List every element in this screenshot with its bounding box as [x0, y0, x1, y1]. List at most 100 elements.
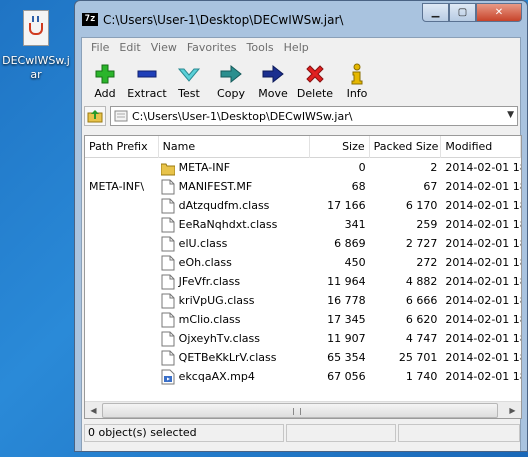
cell-size: 0 [358, 161, 366, 174]
maximize-button[interactable]: ▢ [449, 3, 476, 22]
cell-size: 11 964 [327, 275, 366, 288]
cell-packed-size: 6 620 [405, 313, 438, 326]
file-icon [161, 293, 175, 309]
copy-arrow-icon [210, 61, 252, 87]
cell-size: 17 345 [327, 313, 366, 326]
column-name[interactable]: Name [159, 136, 310, 158]
cell-size: 17 166 [327, 199, 366, 212]
scroll-left-icon[interactable]: ◀ [85, 402, 102, 419]
table-row[interactable]: EeRaNqhdxt.class 341 259 2014-02-01 18:40 [85, 215, 521, 234]
move-arrow-icon [252, 61, 294, 87]
cell-packed-size: 6 170 [405, 199, 438, 212]
menu-help[interactable]: Help [279, 41, 314, 54]
column-size[interactable]: Size [310, 136, 370, 158]
table-row[interactable]: eOh.class 450 272 2014-02-01 18:40 [85, 253, 521, 272]
cell-packed-size: 259 [416, 218, 438, 231]
file-name: ekcqaAX.mp4 [178, 370, 255, 383]
file-icon [161, 312, 175, 328]
table-row[interactable]: kriVpUG.class 16 778 6 666 2014-02-01 18:40 [85, 291, 521, 310]
close-button[interactable]: ✕ [476, 3, 522, 22]
info-button[interactable]: Info [336, 57, 378, 105]
cell-packed-size: 6 666 [405, 294, 438, 307]
delete-x-icon [294, 61, 336, 87]
cell-name: dAtzqudfm.class [159, 198, 310, 214]
file-name: dAtzqudfm.class [178, 199, 270, 212]
7zip-app-icon: 7z [82, 13, 98, 26]
table-row[interactable]: dAtzqudfm.class 17 166 6 170 2014-02-01 18:… [85, 196, 521, 215]
file-name: eOh.class [178, 256, 232, 269]
file-name: QETBeKkLrV.class [178, 351, 277, 364]
cell-size: 11 907 [327, 332, 366, 345]
table-row[interactable]: META-INF\ MANIFEST.MF 68 67 2014-02-01 18:40 [85, 177, 521, 196]
menu-file[interactable]: File [86, 41, 114, 54]
table-row[interactable]: JFeVfr.class 11 964 4 882 2014-02-01 18:40 [85, 272, 521, 291]
test-button[interactable]: Test [168, 57, 210, 105]
cell-modified: 2014-02-01 18:40 [445, 161, 521, 174]
list-header: Path Prefix Name Size Packed Size Modifi… [85, 136, 521, 158]
info-icon [336, 61, 378, 87]
scroll-thumb[interactable] [102, 402, 498, 418]
cell-packed-size: 4 882 [405, 275, 438, 288]
menu-edit[interactable]: Edit [114, 41, 145, 54]
table-row[interactable]: mClio.class 17 345 6 620 2014-02-01 18:40 [85, 310, 521, 329]
title-bar[interactable]: 7z C:\Users\User-1\Desktop\DECwIWSw.jar\… [75, 1, 527, 37]
desktop-jar-icon[interactable]: DECwIWSw.jar [0, 10, 72, 82]
folder-icon [160, 160, 176, 176]
address-path: C:\Users\User-1\Desktop\DECwIWSw.jar\ [132, 109, 353, 123]
cell-modified: 2014-02-01 18:40 [445, 199, 521, 212]
up-folder-button[interactable] [84, 106, 106, 126]
copy-button[interactable]: Copy [210, 57, 252, 105]
cell-size: 67 056 [327, 370, 366, 383]
file-icon [161, 236, 175, 252]
file-name: META-INF [178, 161, 231, 174]
cell-modified: 2014-02-01 18:40 [445, 218, 521, 231]
table-row[interactable]: META-INF 0 2 2014-02-01 18:40 [85, 158, 521, 177]
desktop-icon-label: DECwIWSw.jar [2, 54, 70, 81]
window-client: File Edit View Favorites Tools Help Add … [81, 37, 522, 451]
horizontal-scrollbar[interactable]: ◀ ▶ [85, 401, 521, 418]
address-bar: C:\Users\User-1\Desktop\DECwIWSw.jar\ ▼ [82, 105, 520, 127]
cell-size: 6 869 [334, 237, 366, 250]
delete-button[interactable]: Delete [294, 57, 336, 105]
cell-name: JFeVfr.class [159, 274, 310, 290]
plus-icon [84, 61, 126, 87]
column-packed-size[interactable]: Packed Size [370, 136, 442, 158]
cell-name: QETBeKkLrV.class [159, 350, 310, 366]
status-selected: 0 object(s) selected [84, 424, 284, 442]
cell-name: ekcqaAX.mp4 [159, 369, 310, 385]
cell-name: MANIFEST.MF [159, 179, 310, 195]
address-field[interactable]: C:\Users\User-1\Desktop\DECwIWSw.jar\ ▼ [110, 106, 518, 126]
menu-tools[interactable]: Tools [242, 41, 279, 54]
table-row[interactable]: QETBeKkLrV.class 65 354 25 701 2014-02-01 1… [85, 348, 521, 367]
column-path-prefix[interactable]: Path Prefix [85, 136, 159, 158]
menu-view[interactable]: View [146, 41, 182, 54]
file-list: Path Prefix Name Size Packed Size Modifi… [84, 135, 522, 419]
table-row[interactable]: elU.class 6 869 2 727 2014-02-01 18:40 [85, 234, 521, 253]
file-icon [161, 255, 175, 271]
cell-name: eOh.class [159, 255, 310, 271]
file-icon [161, 274, 175, 290]
minus-icon [126, 61, 168, 87]
move-button[interactable]: Move [252, 57, 294, 105]
extract-button[interactable]: Extract [126, 57, 168, 105]
minimize-button[interactable]: ▁ [422, 3, 449, 22]
column-modified[interactable]: Modified [441, 136, 521, 158]
table-row[interactable]: OjxeyhTv.class 11 907 4 747 2014-02-01 18:4… [85, 329, 521, 348]
file-name: kriVpUG.class [178, 294, 255, 307]
cell-size: 65 354 [327, 351, 366, 364]
table-row[interactable]: ekcqaAX.mp4 67 056 1 740 2014-02-01 18:40 [85, 367, 521, 386]
cell-packed-size: 2 727 [405, 237, 438, 250]
cell-packed-size: 2 [430, 161, 438, 174]
cell-modified: 2014-02-01 18:40 [445, 275, 521, 288]
cell-name: OjxeyhTv.class [159, 331, 310, 347]
add-button[interactable]: Add [84, 57, 126, 105]
menu-favorites[interactable]: Favorites [182, 41, 242, 54]
window-title: C:\Users\User-1\Desktop\DECwIWSw.jar\ [103, 13, 344, 27]
cell-name: kriVpUG.class [159, 293, 310, 309]
file-name: JFeVfr.class [178, 275, 241, 288]
list-body: META-INF 0 2 2014-02-01 18:40 META-INF\ MANIF… [85, 158, 521, 386]
chevron-down-icon[interactable]: ▼ [507, 110, 514, 120]
toolbar: Add Extract Test Copy Move Delete Info [82, 57, 520, 105]
file-icon [161, 331, 175, 347]
scroll-right-icon[interactable]: ▶ [504, 402, 521, 419]
